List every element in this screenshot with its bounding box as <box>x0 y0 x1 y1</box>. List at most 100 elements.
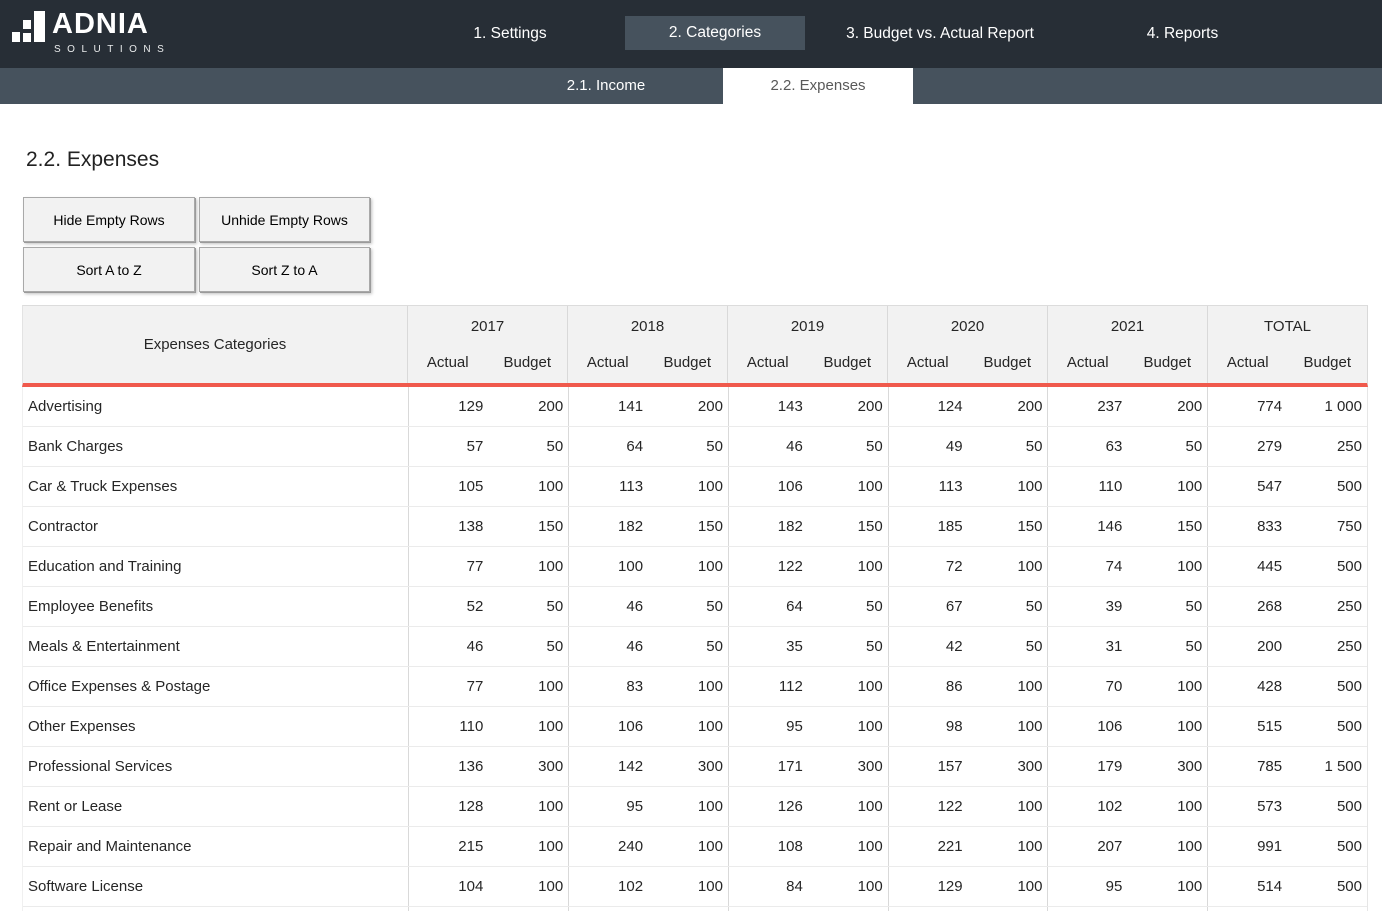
cell-actual[interactable]: 104 <box>408 867 488 906</box>
cell-actual[interactable]: 64 <box>568 427 648 466</box>
cell-actual[interactable]: 110 <box>1047 467 1127 506</box>
cell-budget[interactable]: 500 <box>1287 827 1367 866</box>
cell-budget[interactable]: 100 <box>808 467 888 506</box>
cell-budget[interactable]: 150 <box>1127 507 1207 546</box>
cell-actual[interactable]: 136 <box>408 747 488 786</box>
cell-budget[interactable]: 250 <box>1287 427 1367 466</box>
cell-budget[interactable]: 100 <box>648 707 728 746</box>
cell-budget[interactable]: 100 <box>968 867 1048 906</box>
cell-actual[interactable]: 129 <box>408 387 488 426</box>
cell-actual[interactable]: 102 <box>568 867 648 906</box>
cell-budget[interactable]: 100 <box>808 547 888 586</box>
category-cell[interactable]: Meals & Entertainment <box>23 627 408 666</box>
cell-budget[interactable]: 100 <box>648 547 728 586</box>
cell-budget[interactable]: 100 <box>968 667 1048 706</box>
category-cell[interactable]: Office Expenses & Postage <box>23 667 408 706</box>
cell-actual[interactable] <box>728 907 808 911</box>
cell-budget[interactable]: 1 000 <box>1287 387 1367 426</box>
cell-actual[interactable]: 428 <box>1207 667 1287 706</box>
cell-actual[interactable] <box>568 907 648 911</box>
cell-actual[interactable]: 122 <box>728 547 808 586</box>
sort-a-to-z-button[interactable]: Sort A to Z <box>23 247 195 292</box>
category-cell[interactable]: Employee Benefits <box>23 587 408 626</box>
cell-budget[interactable]: 100 <box>648 827 728 866</box>
cell-actual[interactable]: 46 <box>728 427 808 466</box>
cell-actual[interactable]: 46 <box>568 587 648 626</box>
cell-actual[interactable]: 106 <box>568 707 648 746</box>
cell-actual[interactable]: 142 <box>568 747 648 786</box>
cell-budget[interactable]: 100 <box>968 787 1048 826</box>
cell-actual[interactable]: 95 <box>728 707 808 746</box>
cell-budget[interactable]: 500 <box>1287 547 1367 586</box>
cell-budget[interactable]: 100 <box>648 787 728 826</box>
cell-budget[interactable]: 100 <box>488 467 568 506</box>
cell-actual[interactable]: 122 <box>888 787 968 826</box>
cell-budget[interactable]: 100 <box>1127 707 1207 746</box>
cell-actual[interactable]: 46 <box>568 627 648 666</box>
cell-actual[interactable]: 207 <box>1047 827 1127 866</box>
category-cell[interactable]: Education and Training <box>23 547 408 586</box>
cell-budget[interactable] <box>968 907 1048 911</box>
cell-budget[interactable]: 300 <box>1127 747 1207 786</box>
category-cell[interactable]: Professional Services <box>23 747 408 786</box>
cell-budget[interactable]: 500 <box>1287 867 1367 906</box>
cell-actual[interactable]: 215 <box>408 827 488 866</box>
cell-actual[interactable]: 108 <box>728 827 808 866</box>
cell-budget[interactable]: 100 <box>488 787 568 826</box>
cell-budget[interactable]: 500 <box>1287 667 1367 706</box>
cell-budget[interactable]: 50 <box>968 427 1048 466</box>
cell-actual[interactable] <box>408 907 488 911</box>
hide-empty-rows-button[interactable]: Hide Empty Rows <box>23 197 195 242</box>
cell-actual[interactable]: 124 <box>888 387 968 426</box>
cell-budget[interactable]: 50 <box>648 427 728 466</box>
cell-actual[interactable]: 83 <box>568 667 648 706</box>
cell-budget[interactable]: 100 <box>1127 667 1207 706</box>
cell-actual[interactable]: 279 <box>1207 427 1287 466</box>
cell-actual[interactable]: 785 <box>1207 747 1287 786</box>
cell-actual[interactable]: 129 <box>888 867 968 906</box>
cell-actual[interactable]: 182 <box>568 507 648 546</box>
cell-budget[interactable]: 300 <box>968 747 1048 786</box>
category-cell[interactable]: Repair and Maintenance <box>23 827 408 866</box>
cell-budget[interactable]: 100 <box>488 827 568 866</box>
cell-budget[interactable] <box>1127 907 1207 911</box>
cell-budget[interactable] <box>648 907 728 911</box>
cell-budget[interactable]: 250 <box>1287 627 1367 666</box>
cell-actual[interactable]: 240 <box>568 827 648 866</box>
cell-budget[interactable]: 500 <box>1287 787 1367 826</box>
category-cell[interactable]: Rent or Lease <box>23 787 408 826</box>
cell-actual[interactable]: 113 <box>888 467 968 506</box>
cell-budget[interactable]: 500 <box>1287 467 1367 506</box>
cell-actual[interactable]: 86 <box>888 667 968 706</box>
cell-budget[interactable]: 50 <box>968 627 1048 666</box>
cell-budget[interactable]: 100 <box>808 827 888 866</box>
cell-actual[interactable]: 113 <box>568 467 648 506</box>
category-cell[interactable] <box>23 907 408 911</box>
tab-reports[interactable]: 4. Reports <box>1100 0 1265 68</box>
cell-actual[interactable]: 141 <box>568 387 648 426</box>
cell-actual[interactable]: 112 <box>728 667 808 706</box>
cell-actual[interactable]: 138 <box>408 507 488 546</box>
cell-budget[interactable]: 50 <box>1127 427 1207 466</box>
cell-actual[interactable]: 106 <box>728 467 808 506</box>
cell-budget[interactable]: 250 <box>1287 587 1367 626</box>
cell-budget[interactable]: 100 <box>808 787 888 826</box>
cell-budget[interactable]: 100 <box>808 867 888 906</box>
category-cell[interactable]: Car & Truck Expenses <box>23 467 408 506</box>
cell-budget[interactable]: 50 <box>1127 587 1207 626</box>
category-cell[interactable]: Software License <box>23 867 408 906</box>
sort-z-to-a-button[interactable]: Sort Z to A <box>199 247 370 292</box>
cell-budget[interactable]: 150 <box>488 507 568 546</box>
cell-actual[interactable]: 185 <box>888 507 968 546</box>
cell-actual[interactable]: 774 <box>1207 387 1287 426</box>
cell-actual[interactable]: 128 <box>408 787 488 826</box>
cell-actual[interactable]: 110 <box>408 707 488 746</box>
cell-budget[interactable]: 100 <box>968 547 1048 586</box>
cell-budget[interactable]: 100 <box>968 707 1048 746</box>
cell-actual[interactable]: 70 <box>1047 667 1127 706</box>
cell-budget[interactable]: 150 <box>968 507 1048 546</box>
cell-actual[interactable]: 106 <box>1047 707 1127 746</box>
category-cell[interactable]: Bank Charges <box>23 427 408 466</box>
cell-actual[interactable]: 42 <box>888 627 968 666</box>
category-cell[interactable]: Advertising <box>23 387 408 426</box>
